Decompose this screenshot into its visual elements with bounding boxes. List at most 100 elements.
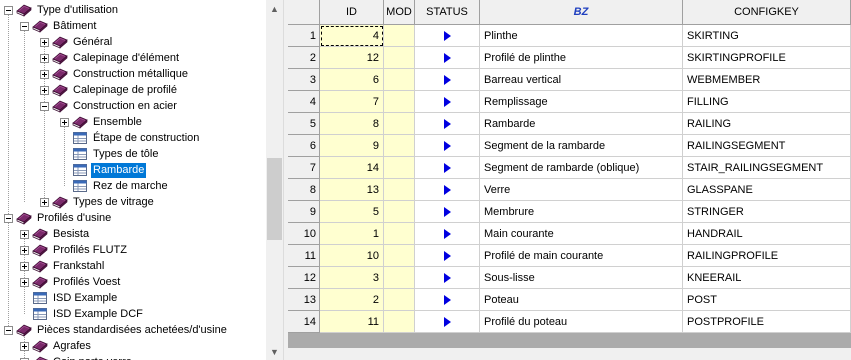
tree-item[interactable]: Profilés FLUTZ (20, 242, 129, 258)
cell-status[interactable] (415, 223, 480, 245)
cell-bz[interactable]: Profilé du poteau (480, 311, 683, 333)
cell-id[interactable]: 13 (320, 179, 384, 201)
cell-configkey[interactable]: WEBMEMBER (683, 69, 851, 91)
cell-configkey[interactable]: KNEERAIL (683, 267, 851, 289)
tree-panel[interactable]: Type d'utilisation Bâtiment Général Calepin… (0, 0, 283, 360)
collapse-minus-icon[interactable] (4, 5, 13, 15)
tree-item[interactable]: Agrafes (20, 338, 93, 354)
cell-bz[interactable]: Rambarde (480, 113, 683, 135)
status-play-icon[interactable] (443, 206, 451, 217)
tree-item-label[interactable]: Frankstahl (51, 259, 106, 274)
grid-corner-header[interactable] (288, 0, 320, 25)
row-header[interactable]: 10 (288, 223, 320, 245)
tree-item[interactable]: ISD Example (20, 290, 119, 306)
cell-mod[interactable] (384, 201, 415, 223)
tree-item-label[interactable]: Construction en acier (71, 99, 179, 114)
tree-item[interactable]: Profilés Voest (20, 274, 122, 290)
tree-item-label[interactable]: Profilés d'usine (35, 211, 113, 226)
cell-status[interactable] (415, 245, 480, 267)
row-header[interactable]: 9 (288, 201, 320, 223)
tree-item-label[interactable]: Bâtiment (51, 19, 98, 34)
tree-item-label[interactable]: Profilés FLUTZ (51, 243, 129, 258)
status-play-icon[interactable] (443, 184, 451, 195)
expand-plus-icon[interactable] (40, 37, 49, 47)
cell-mod[interactable] (384, 223, 415, 245)
row-header[interactable]: 5 (288, 113, 320, 135)
tree-item-label[interactable]: Rambarde (91, 162, 147, 178)
cell-id[interactable]: 8 (320, 113, 384, 135)
tree-item-label[interactable]: Types de tôle (91, 147, 160, 162)
cell-configkey[interactable]: STAIR_RAILINGSEGMENT (683, 157, 851, 179)
tree-item[interactable]: Profilés d'usine (4, 210, 113, 226)
expand-plus-icon[interactable] (20, 261, 29, 271)
cell-configkey[interactable]: SKIRTINGPROFILE (683, 47, 851, 69)
cell-configkey[interactable]: RAILINGSEGMENT (683, 135, 851, 157)
tree-item[interactable]: Besista (20, 226, 91, 242)
cell-status[interactable] (415, 267, 480, 289)
cell-status[interactable] (415, 311, 480, 333)
row-header[interactable]: 13 (288, 289, 320, 311)
cell-id[interactable]: 4 (320, 25, 384, 47)
tree-item[interactable]: Construction en acier (40, 98, 179, 114)
status-play-icon[interactable] (443, 140, 451, 151)
cell-mod[interactable] (384, 47, 415, 69)
cell-mod[interactable] (384, 267, 415, 289)
column-header-mod[interactable]: MOD (384, 0, 415, 25)
column-header-status[interactable]: STATUS (415, 0, 480, 25)
cell-configkey[interactable]: STRINGER (683, 201, 851, 223)
cell-id[interactable]: 12 (320, 47, 384, 69)
cell-mod[interactable] (384, 113, 415, 135)
cell-bz[interactable]: Plinthe (480, 25, 683, 47)
status-play-icon[interactable] (443, 316, 451, 327)
cell-id[interactable]: 5 (320, 201, 384, 223)
cell-bz[interactable]: Segment de rambarde (oblique) (480, 157, 683, 179)
cell-configkey[interactable]: GLASSPANE (683, 179, 851, 201)
grid-horizontal-scrollbar[interactable] (288, 348, 851, 360)
expand-plus-icon[interactable] (20, 341, 29, 351)
tree-item-label[interactable]: Coin porte verre (51, 355, 134, 360)
cell-status[interactable] (415, 91, 480, 113)
cell-configkey[interactable]: HANDRAIL (683, 223, 851, 245)
cell-configkey[interactable]: FILLING (683, 91, 851, 113)
column-header-configkey[interactable]: CONFIGKEY (683, 0, 851, 25)
tree-item[interactable]: Coin porte verre (20, 354, 134, 360)
tree-item[interactable]: Étape de construction (60, 130, 201, 146)
cell-configkey[interactable]: SKIRTING (683, 25, 851, 47)
cell-status[interactable] (415, 157, 480, 179)
column-header-id[interactable]: ID (320, 0, 384, 25)
cell-configkey[interactable]: RAILINGPROFILE (683, 245, 851, 267)
tree-item-label[interactable]: Pièces standardisées achetées/d'usine (35, 323, 229, 338)
scroll-up-arrow-icon[interactable]: ▲ (266, 0, 283, 17)
tree-item[interactable]: Pièces standardisées achetées/d'usine (4, 322, 229, 338)
cell-bz[interactable]: Profilé de main courante (480, 245, 683, 267)
tree-item[interactable]: Rambarde (60, 162, 147, 178)
row-header[interactable]: 7 (288, 157, 320, 179)
cell-status[interactable] (415, 179, 480, 201)
cell-status[interactable] (415, 135, 480, 157)
tree-item-label[interactable]: Type d'utilisation (35, 3, 120, 18)
expand-plus-icon[interactable] (40, 53, 49, 63)
expand-plus-icon[interactable] (60, 117, 69, 127)
status-play-icon[interactable] (443, 74, 451, 85)
cell-mod[interactable] (384, 245, 415, 267)
tree-scrollbar-thumb[interactable] (267, 158, 282, 240)
expand-plus-icon[interactable] (20, 277, 29, 287)
cell-mod[interactable] (384, 135, 415, 157)
cell-id[interactable]: 14 (320, 157, 384, 179)
row-header[interactable]: 6 (288, 135, 320, 157)
cell-mod[interactable] (384, 91, 415, 113)
collapse-minus-icon[interactable] (4, 325, 13, 335)
cell-id[interactable]: 2 (320, 289, 384, 311)
cell-bz[interactable]: Verre (480, 179, 683, 201)
status-play-icon[interactable] (443, 228, 451, 239)
collapse-minus-icon[interactable] (4, 213, 13, 223)
tree-item-label[interactable]: Agrafes (51, 339, 93, 354)
expand-plus-icon[interactable] (20, 245, 29, 255)
cell-bz[interactable]: Membrure (480, 201, 683, 223)
cell-mod[interactable] (384, 179, 415, 201)
tree-item-label[interactable]: Ensemble (91, 115, 144, 130)
expand-plus-icon[interactable] (40, 85, 49, 95)
cell-bz[interactable]: Sous-lisse (480, 267, 683, 289)
tree-item-label[interactable]: Étape de construction (91, 131, 201, 146)
cell-configkey[interactable]: RAILING (683, 113, 851, 135)
